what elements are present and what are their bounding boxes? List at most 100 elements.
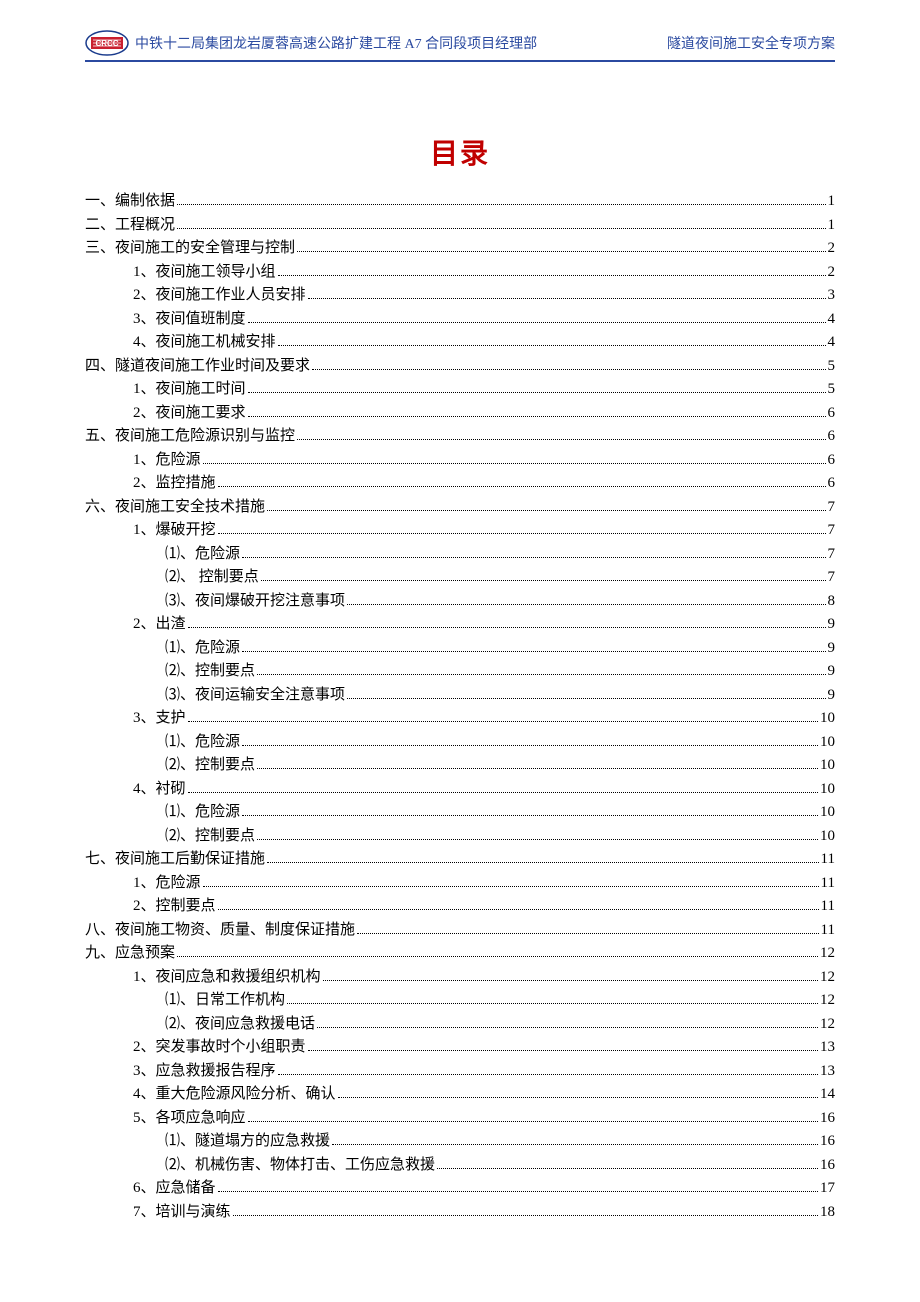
toc-entry-page: 16 [820,1130,835,1153]
toc-entry-page: 7 [828,543,836,566]
toc-entry-text: 2、出渣 [133,613,186,636]
toc-entry[interactable]: 1、夜间施工时间5 [85,378,835,401]
toc-entry[interactable]: ⑴、危险源10 [85,731,835,754]
toc-entry-text: 2、监控措施 [133,472,216,495]
toc-entry-text: 三、夜间施工的安全管理与控制 [85,237,295,260]
toc-leader-dots [218,1191,818,1192]
toc-leader-dots [278,275,826,276]
toc-entry[interactable]: 2、突发事故时个小组职责13 [85,1036,835,1059]
toc-entry[interactable]: 四、隧道夜间施工作业时间及要求5 [85,355,835,378]
toc-entry[interactable]: 7、培训与演练18 [85,1201,835,1224]
toc-entry[interactable]: ⑵、控制要点10 [85,825,835,848]
toc-entry[interactable]: 4、衬砌10 [85,778,835,801]
toc-entry-text: 2、控制要点 [133,895,216,918]
toc-title: 目录 [85,132,835,172]
toc-entry[interactable]: 1、夜间应急和救援组织机构12 [85,966,835,989]
toc-entry-page: 12 [820,989,835,1012]
toc-entry-text: 1、夜间施工领导小组 [133,261,276,284]
toc-entry-text: 1、爆破开挖 [133,519,216,542]
toc-entry[interactable]: 五、夜间施工危险源识别与监控6 [85,425,835,448]
toc-leader-dots [242,557,825,558]
toc-entry[interactable]: 1、危险源6 [85,449,835,472]
toc-entry-text: 九、应急预案 [85,942,175,965]
toc-entry-page: 9 [828,660,836,683]
toc-entry-page: 16 [820,1107,835,1130]
toc-entry-page: 11 [821,872,835,895]
toc-leader-dots [242,651,825,652]
toc-entry-text: ⑶、夜间爆破开挖注意事项 [165,590,345,613]
toc-entry[interactable]: 2、夜间施工作业人员安排3 [85,284,835,307]
toc-entry-page: 9 [828,613,836,636]
toc-entry[interactable]: ⑴、危险源10 [85,801,835,824]
toc-entry[interactable]: ⑴、危险源7 [85,543,835,566]
toc-entry[interactable]: 3、应急救援报告程序13 [85,1060,835,1083]
toc-leader-dots [257,768,818,769]
toc-entry-page: 11 [821,848,835,871]
company-logo-icon: CRCC [85,30,129,56]
toc-leader-dots [203,463,826,464]
toc-entry-page: 13 [820,1060,835,1083]
toc-entry-text: 1、危险源 [133,449,201,472]
toc-leader-dots [257,674,825,675]
toc-leader-dots [203,886,819,887]
toc-entry-text: 1、夜间应急和救援组织机构 [133,966,321,989]
toc-leader-dots [357,933,819,934]
toc-entry[interactable]: 九、应急预案 12 [85,942,835,965]
toc-entry-page: 6 [828,425,836,448]
toc-entry[interactable]: ⑴、日常工作机构 12 [85,989,835,1012]
toc-entry[interactable]: ⑴、危险源9 [85,637,835,660]
toc-entry-page: 10 [820,707,835,730]
toc-entry[interactable]: 3、夜间值班制度4 [85,308,835,331]
toc-entry[interactable]: ⑴、隧道塌方的应急救援16 [85,1130,835,1153]
toc-entry-text: 4、夜间施工机械安排 [133,331,276,354]
toc-entry-page: 9 [828,684,836,707]
toc-entry[interactable]: 1、危险源11 [85,872,835,895]
toc-leader-dots [347,604,825,605]
toc-entry[interactable]: 2、控制要点11 [85,895,835,918]
toc-entry[interactable]: 2、出渣 9 [85,613,835,636]
toc-leader-dots [242,745,818,746]
toc-entry[interactable]: 4、夜间施工机械安排4 [85,331,835,354]
toc-entry-text: 一、编制依据 [85,190,175,213]
toc-entry[interactable]: 三、夜间施工的安全管理与控制 2 [85,237,835,260]
toc-entry[interactable]: ⑵、机械伤害、物体打击、工伤应急救援16 [85,1154,835,1177]
toc-leader-dots [267,862,819,863]
svg-text:CRCC: CRCC [95,39,118,48]
toc-leader-dots [261,580,826,581]
toc-entry[interactable]: ⑶、夜间运输安全注意事项9 [85,684,835,707]
toc-entry-text: ⑴、日常工作机构 [165,989,285,1012]
toc-entry-text: 7、培训与演练 [133,1201,231,1224]
toc-entry[interactable]: 1、夜间施工领导小组2 [85,261,835,284]
toc-entry[interactable]: 一、编制依据1 [85,190,835,213]
toc-leader-dots [308,1050,818,1051]
toc-entry[interactable]: 5、各项应急响应16 [85,1107,835,1130]
toc-entry[interactable]: ⑵、 控制要点7 [85,566,835,589]
toc-entry[interactable]: 2、监控措施6 [85,472,835,495]
toc-entry[interactable]: ⑵、控制要点10 [85,754,835,777]
toc-leader-dots [248,392,826,393]
toc-entry-text: 6、应急储备 [133,1177,216,1200]
toc-leader-dots [257,839,818,840]
toc-entry[interactable]: ⑵、控制要点9 [85,660,835,683]
toc-entry[interactable]: 七、夜间施工后勤保证措施11 [85,848,835,871]
toc-leader-dots [233,1215,818,1216]
toc-entry[interactable]: 6、应急储备17 [85,1177,835,1200]
toc-entry[interactable]: 1、爆破开挖 7 [85,519,835,542]
toc-entry[interactable]: 3、支护10 [85,707,835,730]
toc-entry-page: 2 [828,237,836,260]
toc-entry-page: 12 [820,942,835,965]
toc-leader-dots [312,369,825,370]
page-header: CRCC 中铁十二局集团龙岩厦蓉高速公路扩建工程 A7 合同段项目经理部 隧道夜… [85,30,835,56]
toc-entry[interactable]: 4、重大危险源风险分析、确认14 [85,1083,835,1106]
toc-entry[interactable]: 六、夜间施工安全技术措施7 [85,496,835,519]
toc-entry-page: 10 [820,731,835,754]
toc-entry[interactable]: ⑶、夜间爆破开挖注意事项8 [85,590,835,613]
toc-entry-page: 7 [828,519,836,542]
toc-entry[interactable]: 二、工程概况1 [85,214,835,237]
toc-entry[interactable]: ⑵、夜间应急救援电话12 [85,1013,835,1036]
table-of-contents: 一、编制依据1二、工程概况1三、夜间施工的安全管理与控制21、夜间施工领导小组2… [85,190,835,1223]
toc-entry-text: 二、工程概况 [85,214,175,237]
toc-entry[interactable]: 2、夜间施工要求6 [85,402,835,425]
toc-entry[interactable]: 八、夜间施工物资、质量、制度保证措施11 [85,919,835,942]
document-page: CRCC 中铁十二局集团龙岩厦蓉高速公路扩建工程 A7 合同段项目经理部 隧道夜… [0,0,920,1264]
